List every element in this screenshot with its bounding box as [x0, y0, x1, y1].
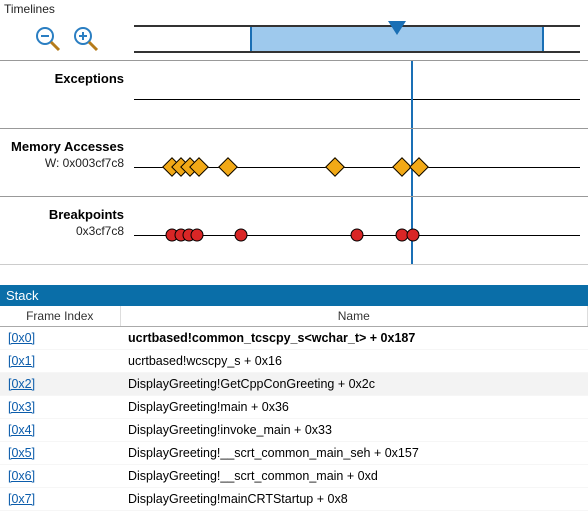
- col-name[interactable]: Name: [120, 306, 588, 327]
- dot-marker[interactable]: [406, 229, 419, 242]
- frame-name-cell: DisplayGreeting!invoke_main + 0x33: [120, 419, 588, 442]
- stack-row[interactable]: [0x3] DisplayGreeting!main + 0x36: [0, 396, 588, 419]
- frame-name-cell: ucrtbased!wcscpy_s + 0x16: [120, 350, 588, 373]
- frame-index-link[interactable]: [0x5]: [8, 446, 35, 460]
- frame-name-cell: DisplayGreeting!__scrt_common_main + 0xd: [120, 465, 588, 488]
- frame-index-cell: [0x3]: [0, 396, 120, 419]
- cursor-line[interactable]: [411, 61, 413, 128]
- frame-index-link[interactable]: [0x1]: [8, 354, 35, 368]
- timelines-panel: Timelines Excep: [0, 0, 588, 265]
- track-title: Exceptions: [0, 71, 124, 86]
- stack-header-row: Frame Index Name: [0, 306, 588, 327]
- track-plot[interactable]: [134, 61, 580, 128]
- frame-name-cell: DisplayGreeting!mainCRTStartup + 0x8: [120, 488, 588, 511]
- track-label: Exceptions: [0, 61, 134, 128]
- frame-index-cell: [0x4]: [0, 419, 120, 442]
- frame-index-cell: [0x7]: [0, 488, 120, 511]
- frame-index-link[interactable]: [0x2]: [8, 377, 35, 391]
- track-plot[interactable]: [134, 129, 580, 196]
- timelines-title: Timelines: [0, 0, 588, 18]
- frame-index-link[interactable]: [0x7]: [8, 492, 35, 506]
- frame-index-link[interactable]: [0x0]: [8, 331, 35, 345]
- frame-index-cell: [0x6]: [0, 465, 120, 488]
- track-plot[interactable]: [134, 197, 580, 264]
- frame-index-cell: [0x0]: [0, 327, 120, 350]
- stack-row[interactable]: [0x4] DisplayGreeting!invoke_main + 0x33: [0, 419, 588, 442]
- dot-marker[interactable]: [235, 229, 248, 242]
- zoom-out-icon[interactable]: [35, 26, 61, 52]
- track-subtitle: W: 0x003cf7c8: [0, 156, 124, 170]
- timeline-track: Breakpoints 0x3cf7c8: [0, 196, 588, 264]
- stack-row[interactable]: [0x1] ucrtbased!wcscpy_s + 0x16: [0, 350, 588, 373]
- col-frame-index[interactable]: Frame Index: [0, 306, 120, 327]
- track-label: Memory Accesses W: 0x003cf7c8: [0, 129, 134, 196]
- timeline-track: Memory Accesses W: 0x003cf7c8: [0, 128, 588, 196]
- stack-row[interactable]: [0x7] DisplayGreeting!mainCRTStartup + 0x…: [0, 488, 588, 511]
- zoom-controls: [0, 26, 134, 52]
- frame-name-cell: DisplayGreeting!GetCppConGreeting + 0x2c: [120, 373, 588, 396]
- frame-index-link[interactable]: [0x4]: [8, 423, 35, 437]
- dot-marker[interactable]: [190, 229, 203, 242]
- track-title: Memory Accesses: [0, 139, 124, 154]
- frame-index-link[interactable]: [0x3]: [8, 400, 35, 414]
- timeline-playhead[interactable]: [388, 21, 406, 35]
- frame-index-cell: [0x1]: [0, 350, 120, 373]
- track-subtitle: 0x3cf7c8: [0, 224, 124, 238]
- frame-name-cell: ucrtbased!common_tcscpy_s<wchar_t> + 0x1…: [120, 327, 588, 350]
- stack-row[interactable]: [0x0] ucrtbased!common_tcscpy_s<wchar_t> …: [0, 327, 588, 350]
- stack-row[interactable]: [0x6] DisplayGreeting!__scrt_common_main …: [0, 465, 588, 488]
- zoom-row: [0, 18, 588, 60]
- stack-title: Stack: [0, 285, 588, 306]
- diamond-marker[interactable]: [325, 157, 345, 177]
- frame-name-cell: DisplayGreeting!__scrt_common_main_seh +…: [120, 442, 588, 465]
- stack-row[interactable]: [0x5] DisplayGreeting!__scrt_common_main_…: [0, 442, 588, 465]
- timeline-overview[interactable]: [134, 25, 580, 53]
- track-title: Breakpoints: [0, 207, 124, 222]
- track-axis: [134, 99, 580, 100]
- stack-table: Frame Index Name [0x0] ucrtbased!common_t…: [0, 306, 588, 511]
- frame-index-link[interactable]: [0x6]: [8, 469, 35, 483]
- dot-marker[interactable]: [351, 229, 364, 242]
- stack-row[interactable]: [0x2] DisplayGreeting!GetCppConGreeting +…: [0, 373, 588, 396]
- frame-index-cell: [0x5]: [0, 442, 120, 465]
- timeline-track: Exceptions: [0, 60, 588, 128]
- frame-index-cell: [0x2]: [0, 373, 120, 396]
- diamond-marker[interactable]: [218, 157, 238, 177]
- frame-name-cell: DisplayGreeting!main + 0x36: [120, 396, 588, 419]
- track-label: Breakpoints 0x3cf7c8: [0, 197, 134, 264]
- zoom-in-icon[interactable]: [73, 26, 99, 52]
